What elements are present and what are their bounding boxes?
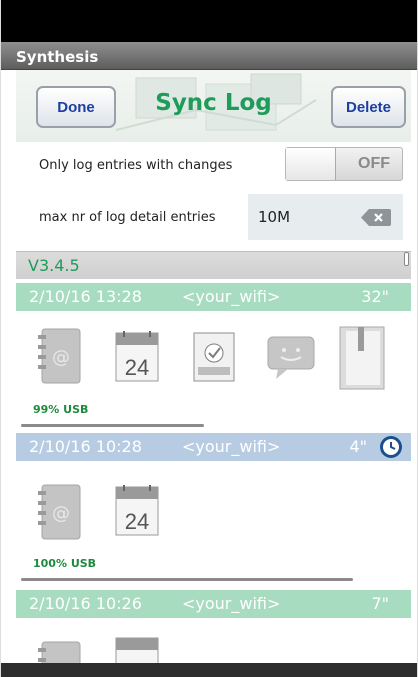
entry-network: <your_wifi> [182, 287, 281, 306]
toggle-state: OFF [358, 155, 390, 172]
entry-datetime: 2/10/16 10:26 [29, 594, 142, 613]
app-title-bar: Synthesis [1, 42, 417, 70]
entry-status: 100% USB [33, 557, 97, 570]
entry-duration: 4" [349, 437, 367, 456]
sms-icon [267, 336, 315, 379]
entry-icons-row: @ 24 100% USB [16, 463, 411, 583]
app-title: Synthesis [16, 48, 99, 66]
log-entry-header[interactable]: 2/10/16 13:28 <your_wifi> 32" [16, 283, 411, 311]
status-bar [1, 0, 417, 42]
clear-text-icon[interactable] [361, 209, 391, 226]
horizontal-scrollbar[interactable] [21, 424, 204, 427]
only-changes-label: Only log entries with changes [39, 158, 233, 173]
log-entry-header[interactable]: 2/10/16 10:28 <your_wifi> 4" [16, 433, 411, 461]
contacts-icon: @ [38, 328, 81, 384]
entry-network: <your_wifi> [182, 437, 281, 456]
max-entries-setting: max nr of log detail entries 10M [16, 194, 411, 242]
navigation-bar-edge [1, 663, 417, 677]
notes-icon [339, 326, 385, 390]
log-entry-header[interactable]: 2/10/16 10:26 <your_wifi> 7" [16, 590, 411, 618]
entry-duration: 7" [371, 594, 389, 613]
version-bar: V3.4.5 [16, 251, 411, 279]
horizontal-scrollbar[interactable] [21, 578, 353, 581]
only-changes-toggle[interactable]: OFF [285, 147, 403, 181]
entry-icons-row: @ 24 99% USB [16, 313, 411, 431]
sync-log-header: Done Sync Log Delete [16, 70, 411, 142]
delete-button[interactable]: Delete [331, 86, 406, 128]
version-label: V3.4.5 [28, 256, 80, 275]
scrollbar[interactable] [404, 252, 409, 266]
max-entries-value: 10M [258, 208, 291, 226]
entry-datetime: 2/10/16 10:28 [29, 437, 142, 456]
svg-text:@: @ [52, 347, 70, 368]
tasks-icon [193, 332, 235, 382]
svg-text:@: @ [52, 503, 70, 524]
max-entries-input[interactable]: 10M [248, 194, 403, 240]
entry-status: 99% USB [33, 403, 89, 416]
calendar-icon: 24 [115, 331, 159, 382]
contacts-icon: @ [38, 484, 81, 540]
entry-datetime: 2/10/16 13:28 [29, 287, 142, 306]
calendar-day-text: 24 [125, 509, 149, 534]
calendar-icon: 24 [115, 485, 159, 536]
only-changes-setting: Only log entries with changes OFF [16, 142, 411, 190]
entry-network: <your_wifi> [182, 594, 281, 613]
calendar-day-text: 24 [125, 355, 149, 380]
toggle-knob [286, 148, 336, 180]
max-entries-label: max nr of log detail entries [39, 210, 216, 225]
clock-icon [380, 436, 402, 458]
screen: Synthesis Done Sync Log Delete Only log … [0, 0, 418, 677]
entry-duration: 32" [361, 287, 389, 306]
